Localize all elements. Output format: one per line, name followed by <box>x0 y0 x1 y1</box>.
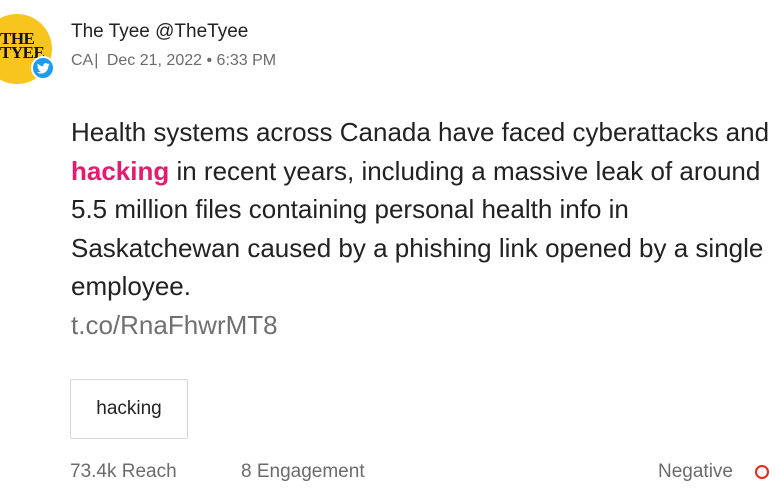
post-time: 6:33 PM <box>216 52 277 69</box>
engagement-stat: 8 Engagement <box>241 461 365 482</box>
post-body: Health systems across Canada have faced … <box>71 113 771 344</box>
keyword-highlight: hacking <box>71 155 170 186</box>
keyword-tag[interactable]: hacking <box>70 379 188 439</box>
post-footer: 73.4k Reach 8 Engagement Negative <box>70 461 779 487</box>
sentiment-label: Negative <box>658 461 733 482</box>
post-meta: CA| Dec 21, 2022 • 6:33 PM <box>71 52 276 70</box>
post-link[interactable]: t.co/RnaFhwrMT8 <box>71 306 771 345</box>
body-text-before: Health systems across Canada have faced … <box>71 117 770 147</box>
body-text-after: in recent years, including a massive lea… <box>71 155 764 302</box>
negative-ring-icon <box>755 465 769 479</box>
author-name[interactable]: The Tyee @TheTyee <box>71 21 248 43</box>
mention-card: THE TYEE The Tyee @TheTyee CA| Dec 21, 2… <box>0 0 779 495</box>
meta-dot: • <box>206 52 213 69</box>
reach-stat: 73.4k Reach <box>70 461 177 482</box>
meta-separator: | <box>94 52 99 69</box>
post-date: Dec 21, 2022 <box>106 52 203 69</box>
country-code: CA <box>71 52 94 69</box>
tyee-logo: THE TYEE <box>0 30 45 61</box>
twitter-bird-icon <box>31 56 55 80</box>
